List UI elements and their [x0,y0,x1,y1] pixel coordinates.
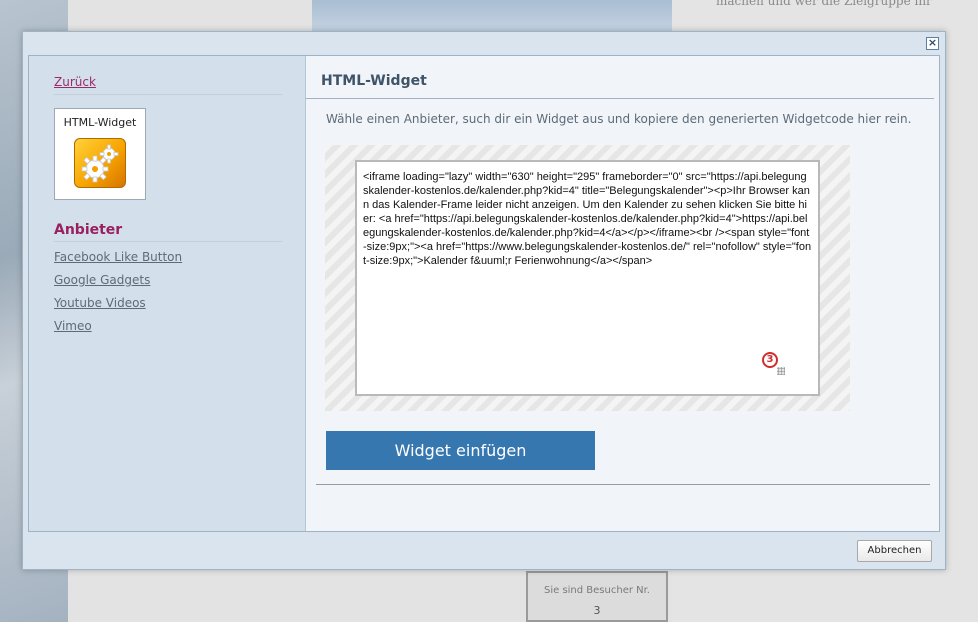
code-input-frame: <iframe loading="lazy" width="630" heigh… [325,145,850,411]
widget-dialog: × Zurück HTML-Widget Anbieter Facebook L… [22,31,946,570]
providers-title: Anbieter [54,222,123,238]
close-button[interactable]: × [926,37,939,50]
provider-facebook-like-button[interactable]: Facebook Like Button [54,250,182,264]
visitor-counter: Sie sind Besucher Nr. 3 [526,571,668,622]
cancel-button[interactable]: Abbrechen [857,540,932,562]
dialog-content: Zurück HTML-Widget Anbieter Facebook Lik… [28,55,940,532]
instruction-text: Wähle einen Anbieter, such dir ein Widge… [326,112,912,126]
provider-vimeo[interactable]: Vimeo [54,319,92,333]
spellcheck-count-badge[interactable]: 3 [762,352,778,368]
background-banner-image [312,0,672,32]
main-panel: HTML-Widget Wähle einen Anbieter, such d… [306,56,939,531]
back-link[interactable]: Zurück [54,75,96,89]
resize-grip-icon[interactable] [777,367,785,375]
background-right-text: machen und wer die Zielgruppe ihr [716,0,932,8]
visitor-counter-value: 3 [593,604,601,617]
html-widget-card-label: HTML-Widget [63,116,137,129]
widget-code-textarea[interactable]: <iframe loading="lazy" width="630" heigh… [355,160,820,396]
html-widget-card[interactable]: HTML-Widget [54,108,146,200]
sidebar-divider [54,94,282,95]
provider-google-gadgets[interactable]: Google Gadgets [54,273,150,287]
provider-youtube-videos[interactable]: Youtube Videos [54,296,146,310]
visitor-counter-label: Sie sind Besucher Nr. [543,585,650,596]
page-title: HTML-Widget [321,73,427,89]
gears-icon [74,138,126,188]
bottom-divider [316,484,930,485]
title-divider [306,98,934,99]
insert-widget-button[interactable]: Widget einfügen [326,431,595,470]
providers-divider [54,241,282,242]
sidebar: Zurück HTML-Widget Anbieter Facebook Lik… [29,56,306,531]
